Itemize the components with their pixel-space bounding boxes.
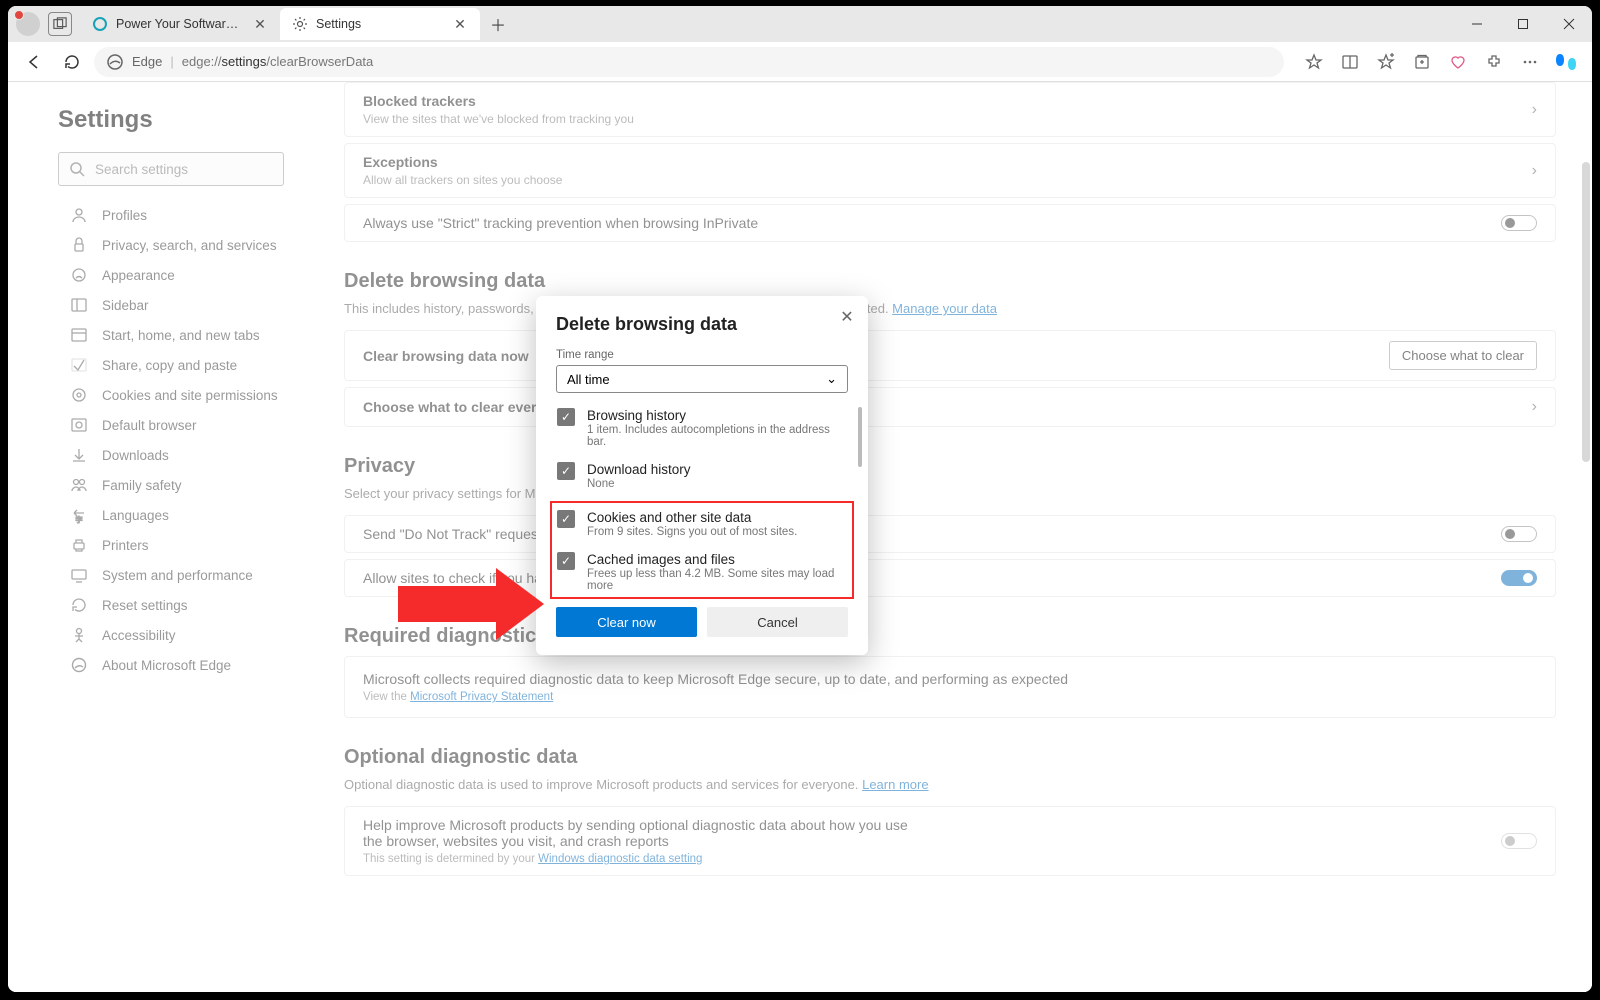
tab-title: Settings (316, 17, 444, 31)
annotation-highlight: ✓ Cookies and other site data From 9 sit… (550, 501, 854, 599)
new-tab-button[interactable]: ＋ (484, 10, 512, 38)
browser-essentials-icon[interactable] (1442, 46, 1474, 78)
close-icon[interactable]: ✕ (452, 16, 468, 32)
time-range-select[interactable]: All time ⌄ (556, 365, 848, 393)
delete-browsing-data-dialog: ✕ Delete browsing data Time range All ti… (536, 296, 868, 655)
check-cache[interactable]: ✓ Cached images and files Frees up less … (556, 551, 848, 593)
favorites-icon[interactable] (1370, 46, 1402, 78)
address-url: edge://settings/clearBrowserData (182, 54, 374, 69)
refresh-button[interactable] (56, 46, 88, 78)
time-range-label: Time range (556, 349, 848, 361)
window-controls (1454, 6, 1592, 42)
minimize-button[interactable] (1454, 6, 1500, 42)
checkbox-icon[interactable]: ✓ (557, 510, 575, 528)
check-cookies[interactable]: ✓ Cookies and other site data From 9 sit… (556, 509, 848, 539)
checkbox-icon[interactable]: ✓ (557, 408, 575, 426)
dialog-scrollbar[interactable] (858, 407, 862, 467)
annotation-arrow (398, 586, 498, 622)
tab-favicon-testing (92, 16, 108, 32)
title-bar: Power Your Software Testing with… ✕ Sett… (8, 6, 1592, 42)
dialog-close-button[interactable]: ✕ (836, 306, 858, 328)
checkbox-icon[interactable]: ✓ (557, 462, 575, 480)
close-icon[interactable]: ✕ (252, 16, 268, 32)
dialog-title: Delete browsing data (556, 314, 848, 335)
edge-icon (106, 53, 124, 71)
copilot-icon[interactable] (1550, 46, 1582, 78)
maximize-button[interactable] (1500, 6, 1546, 42)
tab-title: Power Your Software Testing with… (116, 17, 244, 31)
chevron-down-icon: ⌄ (826, 371, 837, 387)
tab-2-settings[interactable]: Settings ✕ (280, 8, 480, 40)
profile-avatar[interactable] (16, 12, 40, 36)
window-close-button[interactable] (1546, 6, 1592, 42)
clear-now-button[interactable]: Clear now (556, 607, 697, 637)
split-screen-icon[interactable] (1334, 46, 1366, 78)
address-site-label: Edge (132, 54, 162, 69)
cancel-button[interactable]: Cancel (707, 607, 848, 637)
more-icon[interactable] (1514, 46, 1546, 78)
check-download-history[interactable]: ✓ Download history None (556, 461, 848, 491)
tab-actions-icon[interactable] (48, 12, 72, 36)
check-browsing-history[interactable]: ✓ Browsing history 1 item. Includes auto… (556, 407, 848, 449)
clear-options-list: ✓ Browsing history 1 item. Includes auto… (556, 407, 848, 599)
gear-icon (292, 16, 308, 32)
toolbar: Edge | edge://settings/clearBrowserData (8, 42, 1592, 82)
back-button[interactable] (18, 46, 50, 78)
favorite-star-icon[interactable] (1298, 46, 1330, 78)
extensions-icon[interactable] (1478, 46, 1510, 78)
collections-icon[interactable] (1406, 46, 1438, 78)
browser-window: Power Your Software Testing with… ✕ Sett… (8, 6, 1592, 992)
tab-1[interactable]: Power Your Software Testing with… ✕ (80, 8, 280, 40)
address-bar[interactable]: Edge | edge://settings/clearBrowserData (94, 47, 1284, 77)
checkbox-icon[interactable]: ✓ (557, 552, 575, 570)
